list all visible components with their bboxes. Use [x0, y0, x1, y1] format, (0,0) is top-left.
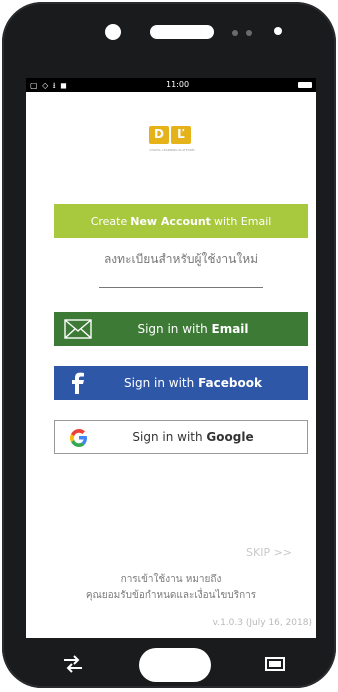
facebook-bold: Facebook: [198, 376, 262, 390]
status-time: 11:00: [166, 80, 190, 89]
speaker-grill: [150, 25, 214, 39]
terms-line-2[interactable]: คุณยอมรับข้อกำหนดและเงื่อนไขบริการ: [26, 588, 316, 603]
create-account-button[interactable]: Create New Account with Email: [54, 204, 308, 238]
facebook-icon: [72, 372, 84, 394]
camera-icon: [105, 24, 121, 40]
recent-apps-icon[interactable]: [262, 654, 288, 674]
create-suffix: with Email: [213, 214, 272, 228]
status-bar: ▢ ◇ ⭳ ◼ 11:00: [26, 78, 316, 92]
sensor-icon: [232, 30, 238, 36]
sign-in-facebook-button[interactable]: Sign in with Facebook: [54, 366, 308, 400]
facebook-prefix: Sign in with: [124, 376, 195, 390]
status-icons: ▢ ◇ ⭳ ◼: [30, 81, 68, 90]
facebook-label: Sign in with Facebook: [54, 376, 308, 390]
home-button[interactable]: [139, 648, 211, 682]
email-bold: Email: [211, 322, 249, 336]
phone-frame: ▢ ◇ ⭳ ◼ 11:00 D Ľ DIGITAL LEARNING PLATF…: [2, 2, 336, 688]
register-thai-text: ลงทะเบียนสำหรับผู้ใช้งานใหม่: [103, 252, 259, 266]
logo-letter: Ľ: [177, 127, 185, 141]
back-icon[interactable]: [60, 654, 86, 674]
google-bold: Google: [206, 430, 254, 444]
create-bold: New Account: [130, 214, 211, 228]
google-prefix: Sign in with: [132, 430, 203, 444]
divider: [99, 287, 263, 288]
battery-icon: [298, 82, 312, 88]
skip-link[interactable]: SKIP >>: [246, 546, 292, 559]
sign-in-email-button[interactable]: Sign in with Email: [54, 312, 308, 346]
email-prefix: Sign in with: [137, 322, 208, 336]
logo-letter-box: Ľ: [171, 126, 191, 144]
app-logo: D Ľ DIGITAL LEARNING PLATFORM: [149, 126, 195, 156]
logo-subtitle: DIGITAL LEARNING PLATFORM: [149, 148, 195, 152]
phone-top: [2, 2, 336, 76]
front-sensor-icon: [274, 27, 282, 35]
create-prefix: Create: [90, 214, 128, 228]
sign-in-google-button[interactable]: Sign in with Google: [54, 420, 308, 454]
sensor-icon: [246, 30, 252, 36]
logo-letter: D: [154, 127, 164, 141]
logo-letter-box: D: [149, 126, 169, 144]
terms-line-1: การเข้าใช้งาน หมายถึง: [120, 574, 222, 585]
google-icon: [70, 429, 87, 447]
envelope-icon: [64, 319, 92, 339]
screen: ▢ ◇ ⭳ ◼ 11:00 D Ľ DIGITAL LEARNING PLATF…: [26, 78, 316, 638]
version-text: v.1.0.3 (July 16, 2018): [212, 618, 312, 628]
email-label: Sign in with Email: [54, 322, 308, 336]
